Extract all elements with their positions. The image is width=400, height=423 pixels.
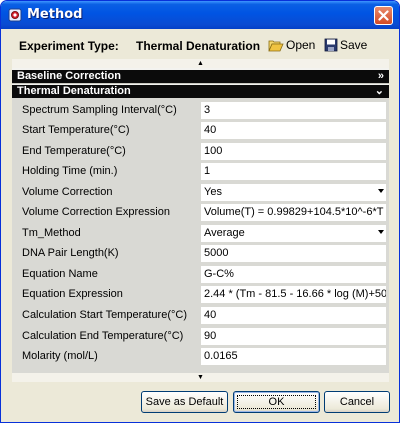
dna-pair-length-input[interactable]: 5000 <box>201 245 386 262</box>
section-label: Baseline Correction <box>17 70 121 82</box>
row-calculation-start-temperature: Calculation Start Temperature(°C) 40 <box>12 306 389 326</box>
close-button[interactable] <box>374 6 393 25</box>
property-label: Start Temperature(°C) <box>22 124 130 136</box>
spectrum-sampling-interval-input[interactable]: 3 <box>201 102 386 119</box>
title-bar[interactable]: Method <box>1 1 399 29</box>
start-temperature-input[interactable]: 40 <box>201 122 386 139</box>
focus-ring <box>237 395 316 409</box>
chevron-down-icon[interactable] <box>378 189 384 193</box>
calculation-end-temperature-input[interactable]: 90 <box>201 328 386 345</box>
volume-correction-expression-input[interactable]: Volume(T) = 0.99829+104.5*10^-6*T <box>201 204 386 221</box>
calculation-start-temperature-input[interactable]: 40 <box>201 307 386 324</box>
property-label: Calculation Start Temperature(°C) <box>22 309 187 321</box>
save-as-default-button[interactable]: Save as Default <box>141 391 228 413</box>
row-equation-name: Equation Name G-C% <box>12 265 389 285</box>
section-thermal-denaturation[interactable]: Thermal Denaturation ⌄ <box>12 85 389 98</box>
experiment-header: Experiment Type: Thermal Denaturation Op… <box>12 35 388 57</box>
select-value: Average <box>204 227 245 239</box>
property-label: Equation Name <box>22 268 98 280</box>
save-button[interactable]: Save <box>324 36 367 54</box>
end-temperature-input[interactable]: 100 <box>201 143 386 160</box>
row-dna-pair-length: DNA Pair Length(K) 5000 <box>12 244 389 264</box>
close-icon <box>378 10 389 21</box>
equation-expression-input[interactable]: 2.44 * (Tm - 81.5 - 16.66 * log (M)+50 <box>201 286 386 303</box>
collapse-icon: ⌄ <box>374 85 384 97</box>
save-label: Save <box>340 38 368 52</box>
row-volume-correction: Volume Correction Yes <box>12 183 389 203</box>
property-label: Volume Correction <box>22 186 113 198</box>
expand-icon: » <box>377 70 384 82</box>
open-button[interactable]: Open <box>268 36 315 54</box>
row-end-temperature: End Temperature(°C) 100 <box>12 142 389 162</box>
floppy-disk-icon <box>324 38 338 52</box>
cancel-button[interactable]: Cancel <box>324 391 390 413</box>
property-label: Holding Time (min.) <box>22 165 118 177</box>
scroll-up-button[interactable]: ▲ <box>12 59 389 68</box>
experiment-type-label: Experiment Type: <box>19 39 119 53</box>
ok-button[interactable]: OK <box>233 391 320 413</box>
row-tm-method: Tm_Method Average <box>12 224 389 244</box>
volume-correction-select[interactable]: Yes <box>201 184 386 201</box>
folder-open-icon <box>268 40 284 52</box>
section-baseline-correction[interactable]: Baseline Correction » <box>12 70 389 83</box>
equation-name-input[interactable]: G-C% <box>201 266 386 283</box>
property-label: End Temperature(°C) <box>22 145 126 157</box>
property-label: Volume Correction Expression <box>22 206 170 218</box>
row-start-temperature: Start Temperature(°C) 40 <box>12 121 389 141</box>
method-dialog: Method Experiment Type: Thermal Denatura… <box>0 0 400 423</box>
property-panel: Baseline Correction » Thermal Denaturati… <box>12 68 389 373</box>
property-grid: Spectrum Sampling Interval(°C) 3 Start T… <box>12 98 389 373</box>
scroll-down-button[interactable]: ▼ <box>12 373 389 382</box>
molarity-input[interactable]: 0.0165 <box>201 348 386 365</box>
row-molarity: Molarity (mol/L) 0.0165 <box>12 347 389 367</box>
open-label: Open <box>286 38 316 52</box>
row-spectrum-sampling-interval: Spectrum Sampling Interval(°C) 3 <box>12 101 389 121</box>
row-volume-correction-expression: Volume Correction Expression Volume(T) =… <box>12 203 389 223</box>
section-divider <box>12 83 389 84</box>
holding-time-input[interactable]: 1 <box>201 163 386 180</box>
section-label: Thermal Denaturation <box>17 85 131 97</box>
property-label: Calculation End Temperature(°C) <box>22 330 184 342</box>
property-label: Spectrum Sampling Interval(°C) <box>22 104 177 116</box>
row-holding-time: Holding Time (min.) 1 <box>12 162 389 182</box>
row-equation-expression: Equation Expression 2.44 * (Tm - 81.5 - … <box>12 285 389 305</box>
tm-method-select[interactable]: Average <box>201 225 386 242</box>
property-label: DNA Pair Length(K) <box>22 247 119 259</box>
property-label: Molarity (mol/L) <box>22 350 98 362</box>
window-title: Method <box>27 7 83 22</box>
row-calculation-end-temperature: Calculation End Temperature(°C) 90 <box>12 327 389 347</box>
select-value: Yes <box>204 186 222 198</box>
property-label: Equation Expression <box>22 288 123 300</box>
property-label: Tm_Method <box>22 227 81 239</box>
chevron-down-icon[interactable] <box>378 230 384 234</box>
experiment-type-value: Thermal Denaturation <box>136 39 261 53</box>
app-icon <box>8 8 22 22</box>
